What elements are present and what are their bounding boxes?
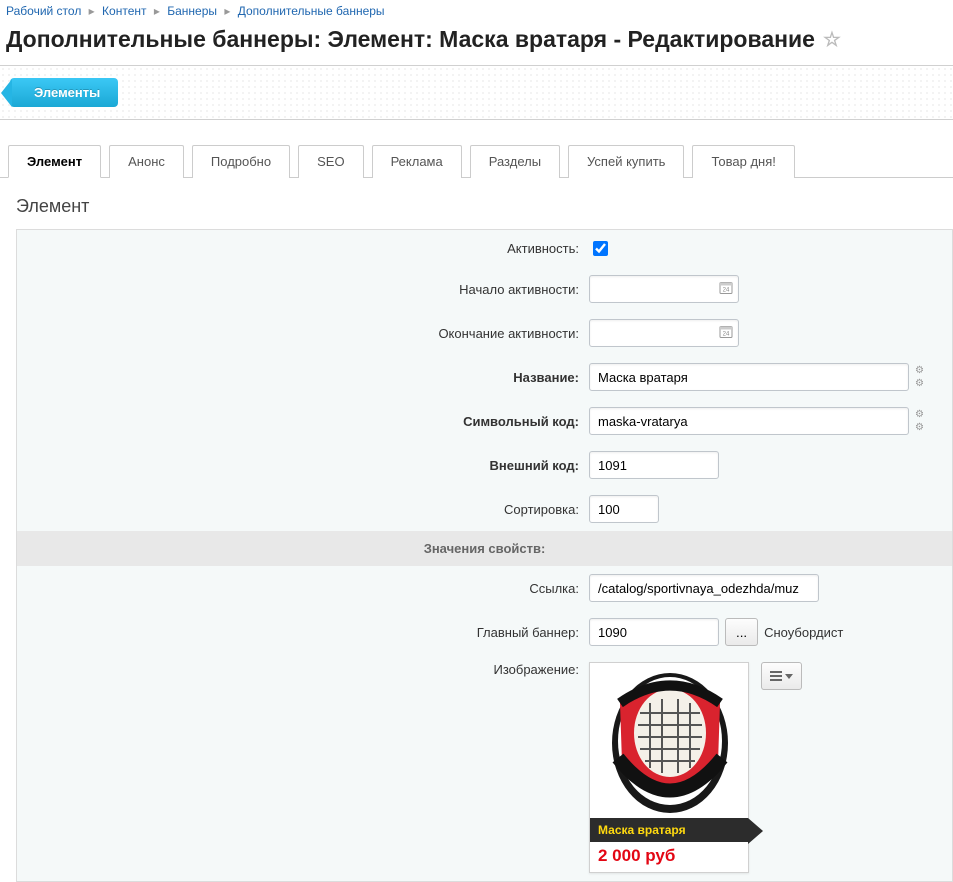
toolbar: Элементы bbox=[0, 65, 953, 120]
label-active-to: Окончание активности: bbox=[29, 326, 589, 341]
chevron-right-icon: ▸ bbox=[154, 4, 160, 18]
chevron-right-icon: ▸ bbox=[224, 4, 230, 18]
browse-button[interactable]: ... bbox=[725, 618, 758, 646]
chevron-down-icon bbox=[785, 674, 793, 679]
label-active: Активность: bbox=[29, 241, 589, 256]
hamburger-icon bbox=[770, 671, 782, 681]
back-to-elements-button[interactable]: Элементы bbox=[10, 78, 118, 107]
label-name: Название: bbox=[29, 370, 589, 385]
form: Активность: Начало активности: 24 Оконча… bbox=[16, 229, 953, 882]
page-title: Дополнительные баннеры: Элемент: Маска в… bbox=[0, 22, 953, 65]
image-actions-button[interactable] bbox=[761, 662, 802, 690]
code-input[interactable] bbox=[589, 407, 909, 435]
breadcrumb-item[interactable]: Рабочий стол bbox=[6, 4, 81, 18]
tab-reklama[interactable]: Реклама bbox=[372, 145, 462, 178]
label-main-banner: Главный баннер: bbox=[29, 625, 589, 640]
tab-element[interactable]: Элемент bbox=[8, 145, 101, 178]
field-settings-icon[interactable]: ⚙⚙ bbox=[915, 365, 924, 389]
xml-id-input[interactable] bbox=[589, 451, 719, 479]
main-banner-name: Сноубордист bbox=[764, 625, 843, 640]
tab-detail[interactable]: Подробно bbox=[192, 145, 290, 178]
image-caption: Маска вратаря bbox=[590, 818, 748, 842]
image-price: 2 000 руб bbox=[590, 842, 748, 872]
label-active-from: Начало активности: bbox=[29, 282, 589, 297]
sort-input[interactable] bbox=[589, 495, 659, 523]
image-preview[interactable] bbox=[590, 663, 748, 818]
label-code: Символьный код: bbox=[29, 414, 589, 429]
active-from-input[interactable] bbox=[589, 275, 739, 303]
tab-seo[interactable]: SEO bbox=[298, 145, 363, 178]
breadcrumb-item[interactable]: Дополнительные баннеры bbox=[238, 4, 385, 18]
field-settings-icon[interactable]: ⚙⚙ bbox=[915, 409, 924, 433]
link-input[interactable] bbox=[589, 574, 819, 602]
label-image: Изображение: bbox=[29, 662, 589, 677]
active-to-input[interactable] bbox=[589, 319, 739, 347]
tab-anons[interactable]: Анонс bbox=[109, 145, 184, 178]
breadcrumb-item[interactable]: Баннеры bbox=[167, 4, 217, 18]
breadcrumb-item[interactable]: Контент bbox=[102, 4, 146, 18]
label-xml-id: Внешний код: bbox=[29, 458, 589, 473]
main-banner-id-input[interactable] bbox=[589, 618, 719, 646]
chevron-right-icon: ▸ bbox=[89, 4, 95, 18]
tab-tovar-dnya[interactable]: Товар дня! bbox=[692, 145, 794, 178]
name-input[interactable] bbox=[589, 363, 909, 391]
label-link: Ссылка: bbox=[29, 581, 589, 596]
section-title: Элемент bbox=[0, 178, 953, 229]
group-properties-header: Значения свойств: bbox=[17, 531, 952, 566]
label-sort: Сортировка: bbox=[29, 502, 589, 517]
tab-uspei-kupit[interactable]: Успей купить bbox=[568, 145, 684, 178]
page-title-text: Дополнительные баннеры: Элемент: Маска в… bbox=[6, 26, 815, 53]
tabs: Элемент Анонс Подробно SEO Реклама Разде… bbox=[0, 134, 953, 178]
image-preview-card: Маска вратаря 2 000 руб bbox=[589, 662, 749, 873]
active-checkbox[interactable] bbox=[593, 241, 608, 256]
tab-sections[interactable]: Разделы bbox=[470, 145, 560, 178]
breadcrumb: Рабочий стол ▸ Контент ▸ Баннеры ▸ Допол… bbox=[0, 0, 953, 22]
favorite-star-icon[interactable]: ☆ bbox=[823, 27, 841, 52]
